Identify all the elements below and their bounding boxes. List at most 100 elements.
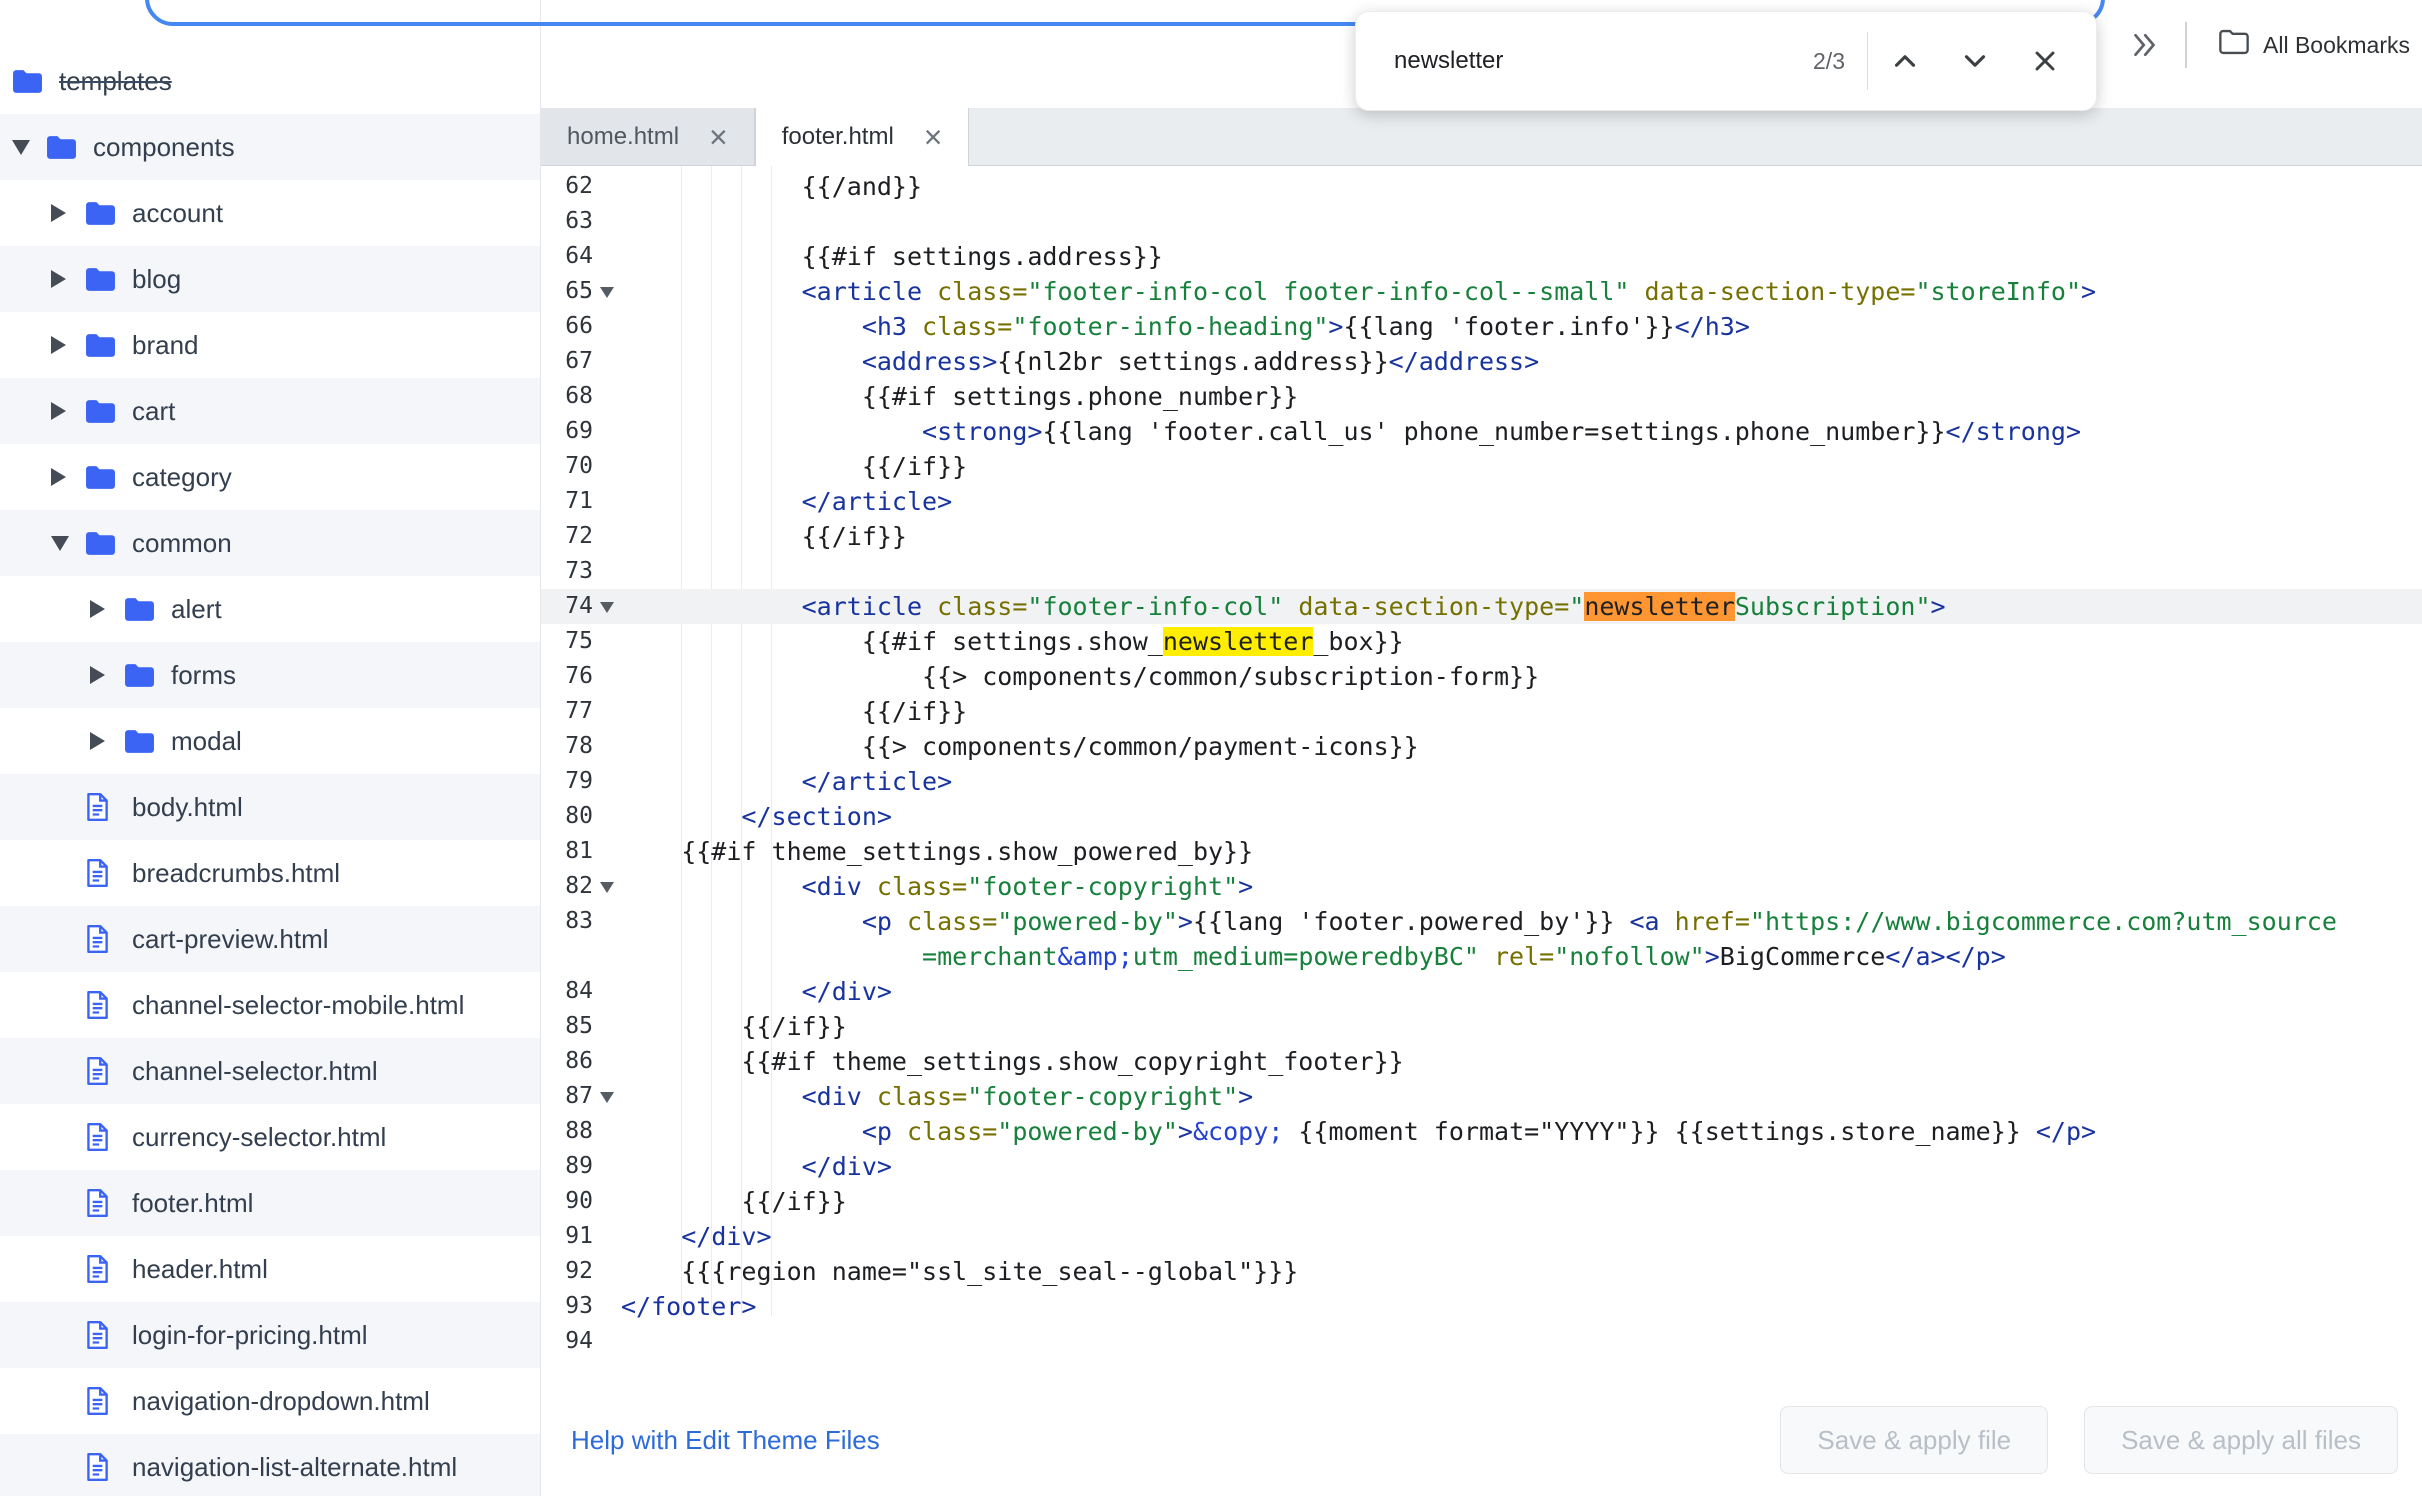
code-line-94[interactable]: 94 — [541, 1324, 2422, 1359]
collapse-arrow-icon[interactable] — [12, 139, 30, 155]
save-apply-all-files-button[interactable]: Save & apply all files — [2084, 1406, 2398, 1474]
tree-item-forms[interactable]: forms — [0, 642, 540, 708]
code-editor[interactable]: 62 {{/and}} 63 64 {{#if settings.address}}… — [541, 166, 2422, 1359]
fold-arrow-icon[interactable] — [600, 287, 614, 298]
tree-item-account[interactable]: account — [0, 180, 540, 246]
all-bookmarks-button[interactable]: All Bookmarks — [2211, 27, 2416, 63]
tab-close-icon[interactable]: × — [924, 121, 943, 153]
find-next-button[interactable] — [1942, 28, 2008, 94]
tree-item-login-for-pricing-html[interactable]: login-for-pricing.html — [0, 1302, 540, 1368]
expand-arrow-icon[interactable] — [51, 204, 66, 222]
tree-item-navigation-list-alternate-html[interactable]: navigation-list-alternate.html — [0, 1434, 540, 1496]
tree-item-category[interactable]: category — [0, 444, 540, 510]
tree-item-alert[interactable]: alert — [0, 576, 540, 642]
code-text: </footer> — [621, 1292, 757, 1321]
editor-pane: home.html × footer.html × 62 {{/and}} 63 64 {… — [541, 0, 2422, 1496]
code-line-83[interactable]: 83 <p class="powered-by">{{lang 'footer.… — [541, 904, 2422, 974]
tree-item-cart-preview-html[interactable]: cart-preview.html — [0, 906, 540, 972]
find-previous-button[interactable] — [1872, 28, 1938, 94]
tree-item-channel-selector-html[interactable]: channel-selector.html — [0, 1038, 540, 1104]
tree-item-label: components — [93, 131, 235, 162]
code-line-72[interactable]: 72 {{/if}} — [541, 519, 2422, 554]
code-line-87[interactable]: 87 <div class="footer-copyright"> — [541, 1079, 2422, 1114]
expand-arrow-icon[interactable] — [90, 666, 105, 684]
tree-item-body-html[interactable]: body.html — [0, 774, 540, 840]
code-line-77[interactable]: 77 {{/if}} — [541, 694, 2422, 729]
code-line-86[interactable]: 86 {{#if theme_settings.show_copyright_f… — [541, 1044, 2422, 1079]
code-line-85[interactable]: 85 {{/if}} — [541, 1009, 2422, 1044]
find-match-count: 2/3 — [1813, 47, 1845, 74]
tree-item-components[interactable]: components — [0, 114, 540, 180]
expand-arrow-icon[interactable] — [51, 270, 66, 288]
expand-arrow-icon[interactable] — [51, 468, 66, 486]
line-number: 68 — [565, 383, 593, 409]
expand-arrow-icon[interactable] — [51, 402, 66, 420]
tree-item-label: channel-selector.html — [132, 1055, 378, 1086]
code-line-88[interactable]: 88 <p class="powered-by">&copy; {{moment… — [541, 1114, 2422, 1149]
tab-home-html[interactable]: home.html × — [541, 108, 755, 165]
code-line-93[interactable]: 93 </footer> — [541, 1289, 2422, 1324]
tree-item-channel-selector-mobile-html[interactable]: channel-selector-mobile.html — [0, 972, 540, 1038]
code-line-65[interactable]: 65 <article class="footer-info-col foote… — [541, 274, 2422, 309]
code-line-89[interactable]: 89 </div> — [541, 1149, 2422, 1184]
code-text: {{/if}} — [621, 522, 907, 551]
collapse-arrow-icon[interactable] — [51, 535, 69, 551]
code-text: {{/if}} — [621, 1012, 847, 1041]
tree-item-blog[interactable]: blog — [0, 246, 540, 312]
bookmarks-bar-right: All Bookmarks — [2125, 22, 2416, 68]
code-line-63[interactable]: 63 — [541, 204, 2422, 239]
tree-item-currency-selector-html[interactable]: currency-selector.html — [0, 1104, 540, 1170]
tree-item-common[interactable]: common — [0, 510, 540, 576]
tree-item-brand[interactable]: brand — [0, 312, 540, 378]
line-number: 66 — [565, 313, 593, 339]
code-line-84[interactable]: 84 </div> — [541, 974, 2422, 1009]
tree-item-cart[interactable]: cart — [0, 378, 540, 444]
find-input[interactable] — [1392, 46, 1806, 76]
tree-item-navigation-dropdown-html[interactable]: navigation-dropdown.html — [0, 1368, 540, 1434]
code-line-79[interactable]: 79 </article> — [541, 764, 2422, 799]
code-line-78[interactable]: 78 {{> components/common/payment-icons}} — [541, 729, 2422, 764]
code-line-81[interactable]: 81 {{#if theme_settings.show_powered_by}… — [541, 834, 2422, 869]
tree-item-breadcrumbs-html[interactable]: breadcrumbs.html — [0, 840, 540, 906]
code-line-92[interactable]: 92 {{{region name="ssl_site_seal--global… — [541, 1254, 2422, 1289]
code-line-80[interactable]: 80 </section> — [541, 799, 2422, 834]
close-icon — [2035, 51, 2055, 71]
code-line-67[interactable]: 67 <address>{{nl2br settings.address}}</… — [541, 344, 2422, 379]
tree-item-footer-html[interactable]: footer.html — [0, 1170, 540, 1236]
code-line-90[interactable]: 90 {{/if}} — [541, 1184, 2422, 1219]
fold-arrow-icon[interactable] — [600, 1092, 614, 1103]
code-line-69[interactable]: 69 <strong>{{lang 'footer.call_us' phone… — [541, 414, 2422, 449]
bookmarks-overflow-chevron-icon[interactable] — [2125, 27, 2161, 63]
code-line-75[interactable]: 75 {{#if settings.show_newsletter_box}} — [541, 624, 2422, 659]
code-line-82[interactable]: 82 <div class="footer-copyright"> — [541, 869, 2422, 904]
tab-close-icon[interactable]: × — [709, 121, 728, 153]
code-line-62[interactable]: 62 {{/and}} — [541, 169, 2422, 204]
tree-item-header-html[interactable]: header.html — [0, 1236, 540, 1302]
code-line-66[interactable]: 66 <h3 class="footer-info-heading">{{lan… — [541, 309, 2422, 344]
code-line-76[interactable]: 76 {{> components/common/subscription-fo… — [541, 659, 2422, 694]
expand-arrow-icon[interactable] — [90, 600, 105, 618]
tree-item-label: body.html — [132, 791, 243, 822]
expand-arrow-icon[interactable] — [90, 732, 105, 750]
find-close-button[interactable] — [2012, 28, 2078, 94]
code-line-68[interactable]: 68 {{#if settings.phone_number}} — [541, 379, 2422, 414]
code-line-64[interactable]: 64 {{#if settings.address}} — [541, 239, 2422, 274]
code-line-91[interactable]: 91 </div> — [541, 1219, 2422, 1254]
expand-arrow-icon[interactable] — [51, 336, 66, 354]
fold-arrow-icon[interactable] — [600, 602, 614, 613]
tab-footer-html[interactable]: footer.html × — [754, 108, 970, 166]
line-number: 80 — [565, 803, 593, 829]
tree-item-label: breadcrumbs.html — [132, 857, 341, 888]
tree-item-label: forms — [171, 659, 236, 690]
tree-item-templates[interactable]: templates — [0, 48, 540, 114]
fold-arrow-icon[interactable] — [600, 882, 614, 893]
help-link[interactable]: Help with Edit Theme Files — [571, 1425, 880, 1456]
code-line-70[interactable]: 70 {{/if}} — [541, 449, 2422, 484]
code-line-74[interactable]: 74 <article class="footer-info-col" data… — [541, 589, 2422, 624]
code-line-73[interactable]: 73 — [541, 554, 2422, 589]
line-number: 90 — [565, 1188, 593, 1214]
code-line-71[interactable]: 71 </article> — [541, 484, 2422, 519]
tree-item-modal[interactable]: modal — [0, 708, 540, 774]
tree-item-label: templates — [59, 65, 172, 96]
save-apply-file-button[interactable]: Save & apply file — [1780, 1406, 2049, 1474]
